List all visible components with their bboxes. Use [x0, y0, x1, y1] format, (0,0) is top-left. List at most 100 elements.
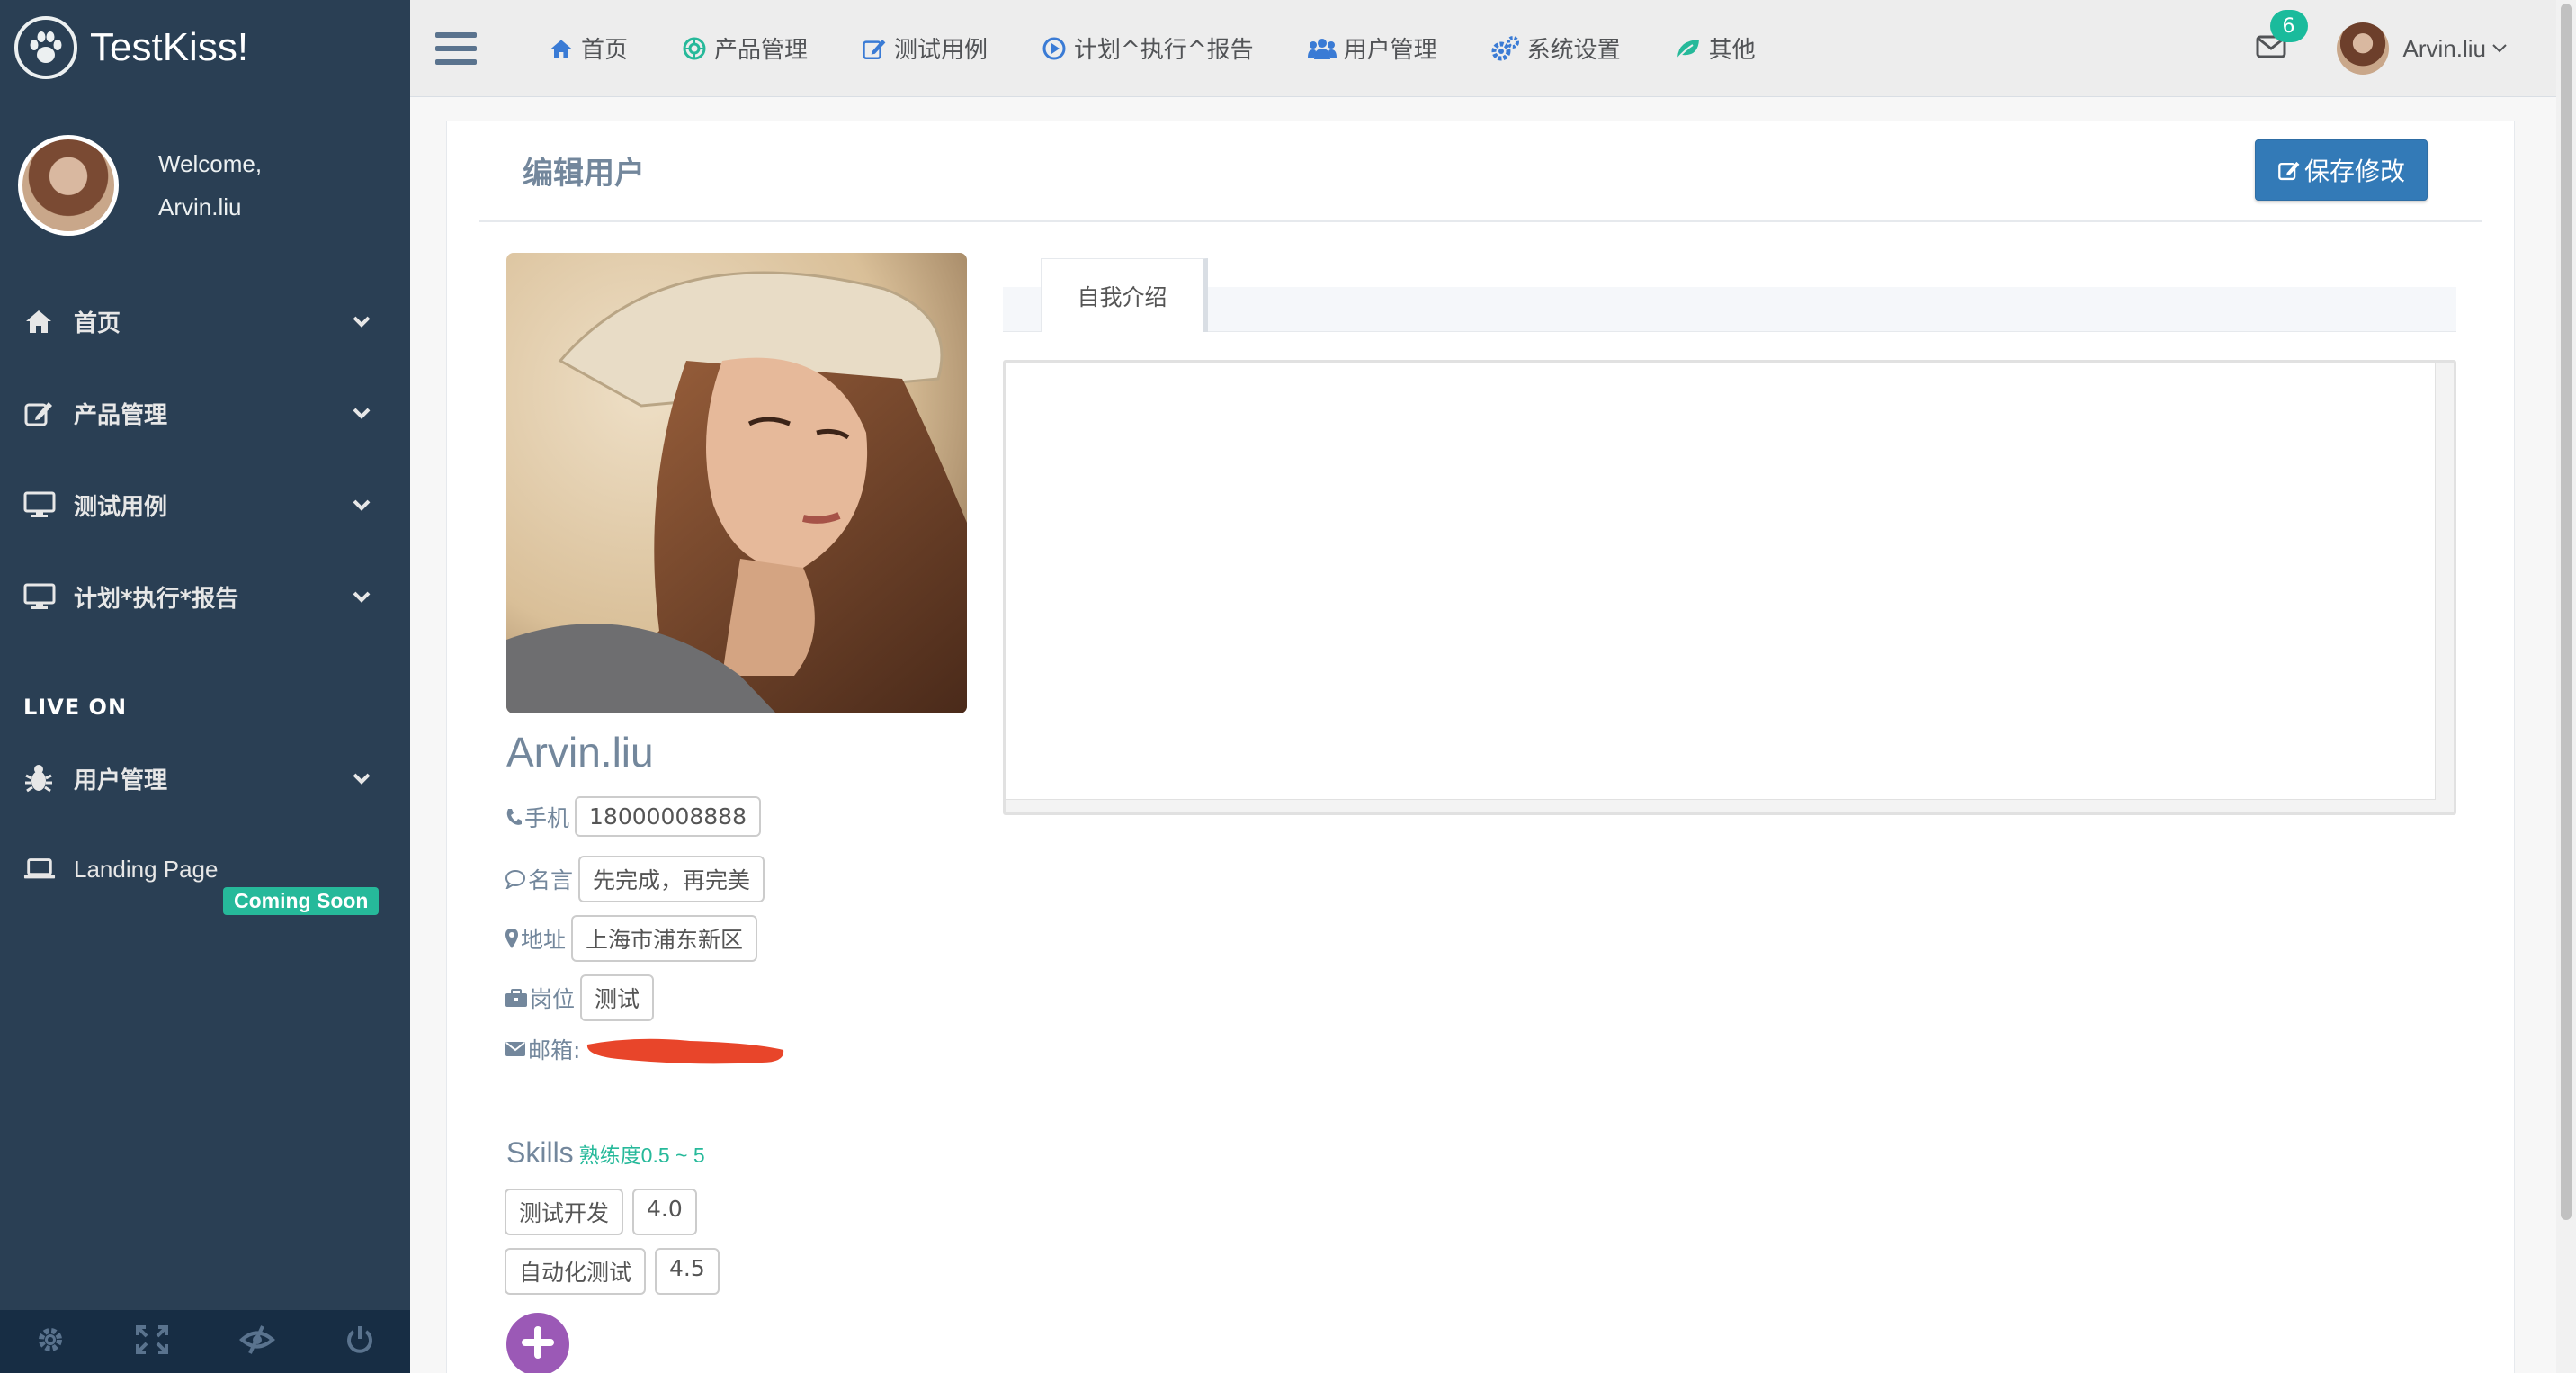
- top-nav-menu: 首页 产品管理 测试用例 计划^执行^报告 用户管理 系统设置 其他: [549, 31, 1810, 65]
- profile-photo: [506, 253, 967, 713]
- welcome-text: Welcome,: [158, 150, 263, 177]
- chevron-down-icon: [349, 498, 374, 511]
- skill-row: 测试开发 4.0: [505, 1189, 706, 1235]
- chevron-down-icon: [349, 772, 374, 785]
- sidebar-menu: 首页 产品管理 测试用例 计划*执行*报告: [0, 275, 410, 642]
- power-icon[interactable]: [344, 1324, 375, 1359]
- phone-row: 手机 18000008888: [505, 796, 761, 837]
- play-circle-icon: [1042, 36, 1067, 61]
- position-row: 岗位 测试: [505, 974, 655, 1021]
- tab-self-intro[interactable]: 自我介绍: [1041, 258, 1208, 332]
- sidebar-item-home[interactable]: 首页: [0, 275, 410, 367]
- nav-item-home[interactable]: 首页: [549, 31, 628, 65]
- desktop-icon: [23, 582, 56, 611]
- menu-toggle-icon[interactable]: [435, 31, 477, 65]
- email-row: 邮箱:: [505, 1032, 789, 1066]
- home-icon: [23, 308, 56, 335]
- page-scrollbar[interactable]: [2556, 0, 2576, 1373]
- skill-level[interactable]: 4.0: [632, 1189, 697, 1235]
- nav-item-label: 测试用例: [894, 37, 988, 64]
- skill-level[interactable]: 4.5: [655, 1248, 720, 1295]
- email-label: 邮箱:: [528, 1037, 581, 1063]
- address-row: 地址 上海市浦东新区: [505, 915, 758, 962]
- skills-title: Skills 熟练度0.5 ~ 5: [506, 1136, 705, 1170]
- envelope-icon: [505, 1041, 526, 1057]
- bug-icon: [23, 763, 56, 794]
- section-title-live-on: LIVE ON: [23, 695, 128, 720]
- edit-icon: [862, 36, 887, 61]
- skill-name[interactable]: 测试开发: [505, 1189, 624, 1235]
- sidebar-item-plan[interactable]: 计划*执行*报告: [0, 551, 410, 642]
- nav-item-users[interactable]: 用户管理: [1307, 31, 1437, 65]
- edit-user-panel: 编辑用户 保存修改 Arvin.liu 手机 18000008888 名言 先完…: [446, 121, 2515, 1373]
- nav-item-label: 产品管理: [714, 37, 809, 64]
- nav-item-label: 首页: [581, 37, 629, 64]
- self-intro-textarea[interactable]: [1006, 363, 2436, 800]
- sidebar-item-label: 计划*执行*报告: [74, 585, 239, 613]
- tab-content: [1003, 360, 2456, 815]
- scrollbar-thumb[interactable]: [2561, 4, 2572, 1220]
- nav-right: 6 Arvin.liu: [2256, 0, 2508, 97]
- user-dropdown-name: Arvin.liu: [2402, 34, 2486, 62]
- nav-item-label: 用户管理: [1343, 37, 1437, 64]
- nav-item-settings[interactable]: 系统设置: [1491, 31, 1621, 65]
- motto-label: 名言: [528, 867, 574, 893]
- nav-item-product[interactable]: 产品管理: [682, 31, 808, 65]
- chevron-down-icon: [349, 315, 374, 328]
- paw-icon: [14, 16, 77, 79]
- cogs-icon: [1491, 35, 1520, 62]
- motto-row: 名言 先完成，再完美: [505, 856, 765, 902]
- brand[interactable]: TestKiss!: [0, 0, 410, 95]
- coming-soon-badge: Coming Soon: [223, 887, 380, 915]
- nav-item-other[interactable]: 其他: [1675, 31, 1756, 65]
- motto-value: 先完成，再完美: [578, 856, 765, 902]
- sidebar-item-testcase[interactable]: 测试用例: [0, 459, 410, 551]
- edit-icon: [2277, 158, 2301, 182]
- sidebar-item-landing-page[interactable]: Landing Page Coming Soon: [0, 824, 410, 915]
- save-changes-button[interactable]: 保存修改: [2255, 139, 2428, 201]
- sidebar-item-label: 用户管理: [74, 767, 168, 794]
- panel-header: 编辑用户 保存修改: [479, 121, 2482, 222]
- chevron-down-icon: [349, 407, 374, 419]
- users-icon: [1307, 36, 1337, 61]
- user-dropdown[interactable]: Arvin.liu: [2336, 22, 2508, 75]
- nav-item-label: 其他: [1708, 37, 1756, 64]
- tab-bar: 自我介绍: [1003, 258, 2456, 332]
- comment-icon: [505, 869, 526, 889]
- chevron-down-icon: [349, 590, 374, 603]
- mail-button[interactable]: 6: [2256, 10, 2308, 62]
- phone-value: 18000008888: [575, 796, 761, 837]
- sidebar-item-users[interactable]: 用户管理: [0, 732, 410, 824]
- fullscreen-icon[interactable]: [135, 1324, 169, 1359]
- phone-icon: [505, 807, 523, 827]
- sidebar-item-product[interactable]: 产品管理: [0, 367, 410, 459]
- eye-slash-icon[interactable]: [238, 1324, 275, 1359]
- position-label: 岗位: [530, 986, 576, 1012]
- briefcase-icon: [505, 988, 528, 1008]
- nav-item-testcase[interactable]: 测试用例: [862, 31, 988, 65]
- sidebar-item-label: 测试用例: [74, 493, 168, 521]
- address-label: 地址: [521, 927, 567, 953]
- save-changes-label: 保存修改: [2303, 157, 2405, 186]
- skill-name[interactable]: 自动化测试: [505, 1248, 647, 1295]
- phone-label: 手机: [524, 804, 570, 831]
- leaf-icon: [1675, 37, 1702, 60]
- edit-icon: [23, 399, 56, 427]
- home-icon: [549, 38, 574, 59]
- gear-flower-icon: [682, 36, 707, 61]
- sidebar-item-label: 首页: [74, 310, 121, 337]
- nav-item-label: 计划^执行^报告: [1074, 37, 1254, 64]
- mail-count-badge: 6: [2269, 10, 2308, 42]
- gear-icon[interactable]: [35, 1324, 66, 1359]
- email-redaction: [587, 1038, 784, 1064]
- sidebar-footer: [0, 1310, 410, 1373]
- position-value: 测试: [580, 974, 655, 1021]
- skills-heading: Skills: [506, 1136, 574, 1169]
- nav-item-plan[interactable]: 计划^执行^报告: [1042, 31, 1254, 65]
- avatar: [18, 135, 119, 236]
- add-skill-button[interactable]: [506, 1313, 569, 1373]
- laptop-icon: [23, 857, 56, 882]
- user-display-name: Arvin.liu: [506, 729, 654, 776]
- brand-name: TestKiss!: [90, 25, 249, 69]
- sidebar-profile: Welcome, Arvin.liu: [0, 95, 410, 275]
